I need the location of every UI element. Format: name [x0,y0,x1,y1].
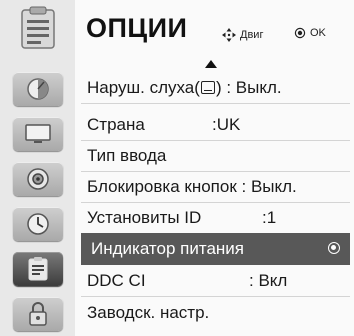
sidebar-item-tv[interactable] [0,117,75,151]
menu-item-label: Заводск. настр. [87,303,210,322]
menu-item-hearing-impaired[interactable]: Наруш. слуха() : Выкл. [81,72,350,104]
sidebar-item-options[interactable] [0,252,75,286]
clock-icon [12,207,63,241]
menu-item-label: Индикатор питания [91,239,244,258]
menu-item-country[interactable]: Страна :UK [81,109,350,141]
picture-icon [12,72,63,106]
sidebar-item-picture[interactable] [0,72,75,106]
sidebar-item-audio[interactable] [0,162,75,196]
menu-item-input-label[interactable]: Тип ввода [81,140,350,172]
subtitle-icon [200,81,215,94]
tv-icon [12,117,63,151]
sidebar-item-time[interactable] [0,207,75,241]
menu-item-power-indicator[interactable]: Индикатор питания [81,233,350,265]
options-icon [12,252,63,286]
ok-button-icon [294,27,306,39]
speaker-icon [12,162,63,196]
menu-item-set-id[interactable]: Установиты ID :1 [81,202,350,234]
sidebar-item-lock[interactable] [0,297,75,331]
menu-item-factory-reset[interactable]: Заводск. настр. [81,297,350,329]
menu-item-value: :1 [262,208,277,227]
menu-item-key-lock[interactable]: Блокировка кнопок : Выкл. [81,171,350,203]
options-menu-screen: ОПЦИИ Двиг OK Наруш. слуха() : Выкл. Стр… [0,0,354,336]
navigation-hint: Двиг [221,27,263,43]
arrow-keys-icon [222,28,236,42]
selected-radio-icon [328,242,340,254]
scroll-up-arrow-icon [205,60,217,68]
menu-item-label: Тип ввода [87,146,167,165]
menu-category-sidebar [0,0,75,336]
menu-item-ddc-ci[interactable]: DDC CI : Вкл [81,265,350,297]
menu-item-label: Наруш. слуха() : Выкл. [87,78,282,97]
menu-title: ОПЦИИ [86,13,188,43]
menu-item-label: Страна [87,115,145,134]
ok-hint-label: OK [310,27,326,39]
options-header-icon [0,0,75,56]
navigation-hint-label: Двиг [240,29,264,41]
menu-item-value: :UK [212,115,241,134]
menu-item-label: Блокировка кнопок : Выкл. [87,177,297,196]
menu-item-label: Установиты ID [87,208,202,227]
menu-item-value: : Вкл [249,271,288,290]
menu-item-label: DDC CI [87,271,146,290]
ok-hint: OK [294,27,326,39]
lock-icon [12,297,63,331]
